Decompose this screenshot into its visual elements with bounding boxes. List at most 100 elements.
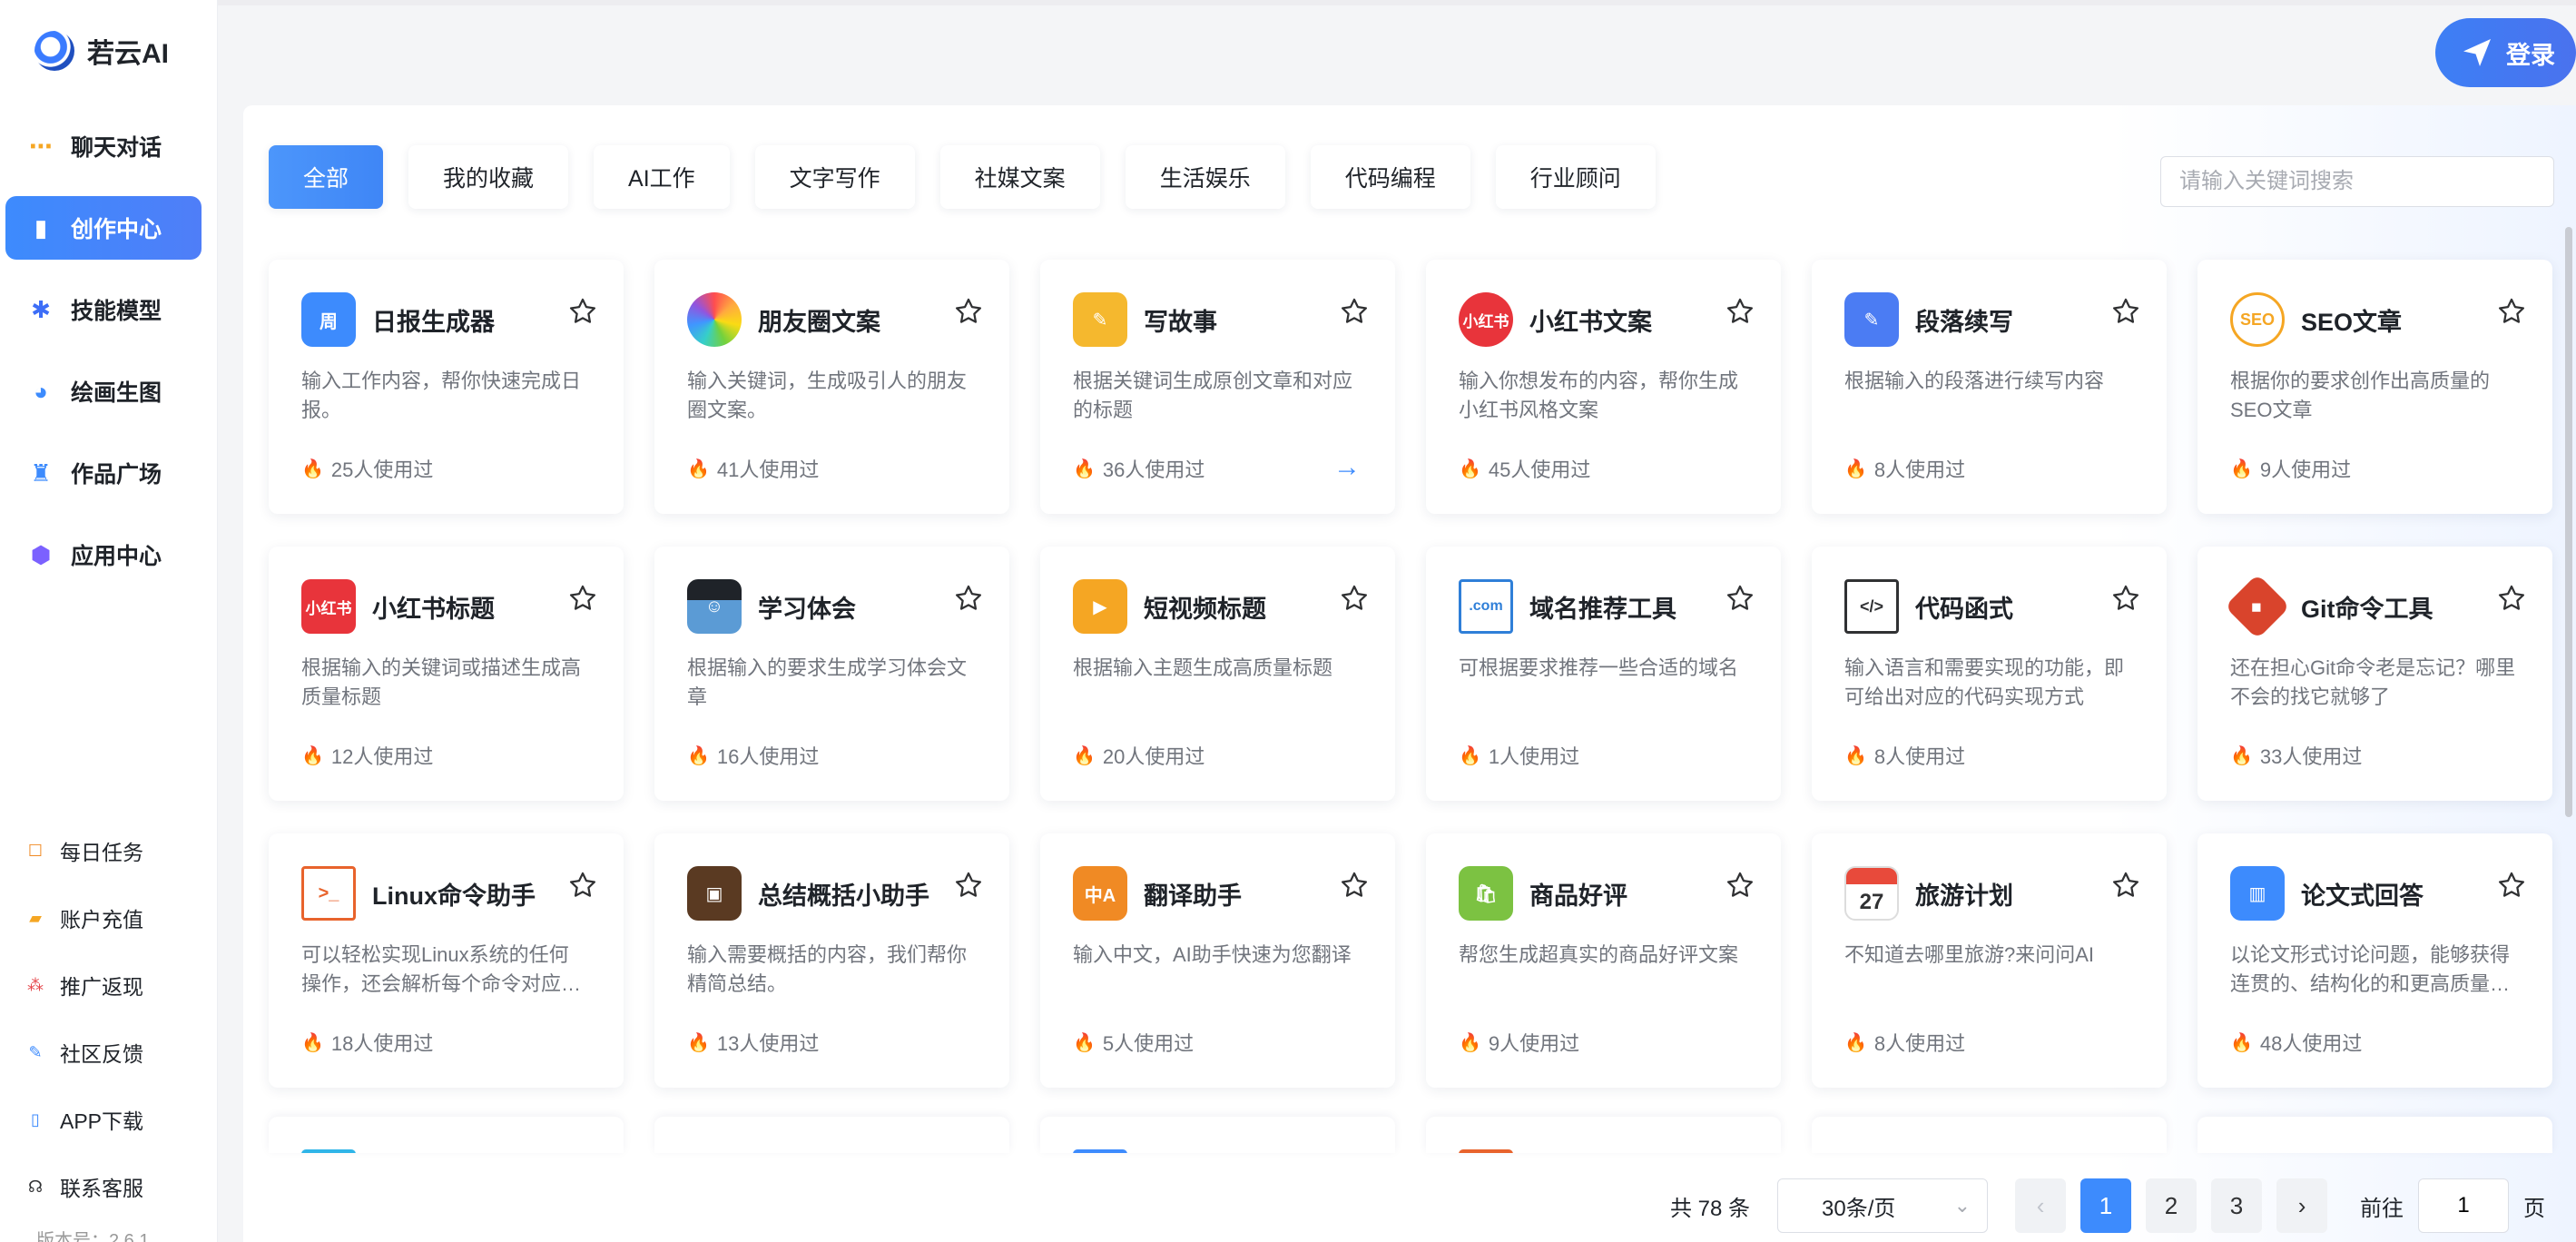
page-suffix: 页 [2523, 1196, 2546, 1221]
app-card[interactable]: ◆ Git命令工具 还在担心Git命令老是忘记？哪里不会的找它就够了 🔥 33人使用过 [2197, 547, 2552, 801]
star-icon[interactable] [1339, 583, 1370, 614]
star-icon[interactable] [1339, 870, 1370, 901]
app-card[interactable]: 周日报生成器 输入工作内容，帮你快速完成日报。 🔥 25人使用过 [269, 260, 624, 514]
category-tab-6[interactable]: 代码编程 [1310, 145, 1470, 209]
card-usage: 🔥 45人使用过 [1459, 454, 1590, 483]
app-card[interactable]: 朋友圈文案 输入关键词，生成吸引人的朋友圈文案。 🔥 41人使用过 [654, 260, 1009, 514]
card-header: ✎ 写故事 [1073, 292, 1217, 347]
login-button[interactable]: 登录 [2435, 18, 2576, 87]
app-card-partial[interactable] [654, 1117, 1009, 1153]
star-icon[interactable] [567, 296, 598, 327]
app-card-partial[interactable] [269, 1117, 624, 1153]
prev-page-button[interactable]: ‹ [2015, 1178, 2067, 1233]
sidebar-utility-item-1[interactable]: ▰ 账户充值 [24, 884, 205, 951]
card-title: 小红书标题 [372, 595, 495, 623]
category-tab-2[interactable]: AI工作 [594, 145, 730, 209]
card-description: 输入语言和需要实现的功能，即可给出对应的代码实现方式 [1844, 656, 2125, 708]
category-tab-4[interactable]: 社媒文案 [939, 145, 1100, 209]
app-card[interactable]: 🛍 商品好评 帮您生成超真实的商品好评文案 🔥 9人使用过 [1426, 833, 1781, 1088]
star-icon[interactable] [2110, 583, 2141, 614]
sidebar-utility-label: 每日任务 [60, 841, 143, 864]
card-description: 可以轻松实现Linux系统的任何操作，还会解析每个命令对应的作用 [301, 943, 582, 995]
app-card[interactable]: 27 旅游计划 不知道去哪里旅游?来问问AI 🔥 8人使用过 [1812, 833, 2167, 1088]
sidebar-utility-item-5[interactable]: ☊ 联系客服 [24, 1153, 205, 1220]
sidebar-utility-item-4[interactable]: ▯ APP下载 [24, 1086, 205, 1153]
sidebar-utility-label: APP下载 [60, 1109, 144, 1133]
star-icon[interactable] [567, 583, 598, 614]
app-card[interactable]: ✎ 写故事 根据关键词生成原创文章和对应的标题 🔥 36人使用过 → [1040, 260, 1395, 514]
star-icon[interactable] [953, 296, 984, 327]
category-tab-5[interactable]: 生活娱乐 [1125, 145, 1285, 209]
star-icon[interactable] [1725, 870, 1755, 901]
scrollbar[interactable] [2565, 227, 2572, 817]
sidebar-item-5[interactable]: ⬢ 应用中心 [5, 523, 202, 586]
card-description: 输入你想发布的内容，帮你生成小红书风格文案 [1459, 370, 1739, 421]
star-icon[interactable] [1725, 583, 1755, 614]
star-icon[interactable] [2110, 870, 2141, 901]
usage-count: 5人使用过 [1102, 1032, 1195, 1055]
page-number-button[interactable]: 3 [2211, 1178, 2263, 1233]
fire-icon: 🔥 [1459, 1032, 1481, 1053]
app-card[interactable]: 小红书 小红书文案 输入你想发布的内容，帮你生成小红书风格文案 🔥 45人使用过 [1426, 260, 1781, 514]
category-tab-3[interactable]: 文字写作 [754, 145, 915, 209]
next-page-button[interactable]: › [2276, 1178, 2328, 1233]
star-icon[interactable] [1725, 296, 1755, 327]
git-icon: ◆ [2224, 573, 2291, 640]
binders-icon: ▥ [2230, 866, 2285, 921]
sidebar-utility-item-3[interactable]: ✎ 社区反馈 [24, 1019, 205, 1086]
app-card-partial[interactable] [1040, 1117, 1395, 1153]
app-card[interactable]: ▥ 论文式回答以论文形式讨论问题，能够获得连贯的、结构化的和更高质量的回答 🔥 48人… [2197, 833, 2552, 1088]
category-tab-1[interactable]: 我的收藏 [408, 145, 569, 209]
star-icon[interactable] [2110, 296, 2141, 327]
page-number-button[interactable]: 1 [2080, 1178, 2132, 1233]
student-icon: ☺ [687, 579, 742, 634]
card-title: 朋友圈文案 [758, 308, 880, 336]
share-icon: ⁂ [27, 975, 44, 994]
card-usage: 🔥 18人使用过 [301, 1028, 433, 1057]
sidebar-item-4[interactable]: ♜ 作品广场 [5, 441, 202, 505]
app-card-partial[interactable] [1426, 1117, 1781, 1153]
app-card[interactable]: ✎ 段落续写 根据输入的段落进行续写内容 🔥 8人使用过 [1812, 260, 2167, 514]
app-card[interactable]: ▶ 短视频标题 根据输入主题生成高质量标题 🔥 20人使用过 [1040, 547, 1395, 801]
scrollbar-thumb[interactable] [2565, 227, 2572, 817]
sidebar-item-3[interactable]: ◕ 绘画生图 [5, 360, 202, 423]
card-usage: 🔥 9人使用过 [2230, 454, 2351, 483]
page-size-select[interactable]: 30条/页 ⌄ [1777, 1178, 1989, 1233]
brand[interactable]: 若云AI [34, 31, 169, 71]
sidebar-item-2[interactable]: ✱ 技能模型 [5, 278, 202, 341]
app-card-partial[interactable] [2197, 1117, 2552, 1153]
app-card[interactable]: </> 代码函式 输入语言和需要实现的功能，即可给出对应的代码实现方式 🔥 8人使用过 [1812, 547, 2167, 801]
app-card[interactable]: SEO SEO文章 根据你的要求创作出高质量的SEO文章 🔥 9人使用过 [2197, 260, 2552, 514]
star-icon[interactable] [2496, 583, 2527, 614]
app-card[interactable]: ▣ 总结概括小助手 输入需要概括的内容，我们帮你精简总结。 🔥 13人使用过 [654, 833, 1009, 1088]
star-icon[interactable] [2496, 870, 2527, 901]
document-pen-icon: ✎ [1073, 292, 1127, 347]
star-icon[interactable] [1339, 296, 1370, 327]
app-card[interactable]: .com 域名推荐工具 可根据要求推荐一些合适的域名 🔥 1人使用过 [1426, 547, 1781, 801]
sidebar-item-0[interactable]: ⋯ 聊天对话 [5, 114, 202, 178]
star-icon[interactable] [953, 870, 984, 901]
app-card[interactable]: 中A 翻译助手 输入中文，AI助手快速为您翻译 🔥 5人使用过 [1040, 833, 1395, 1088]
category-tab-7[interactable]: 行业顾问 [1495, 145, 1656, 209]
fire-icon: 🔥 [687, 458, 710, 479]
sidebar-item-1[interactable]: ▮ 创作中心 [5, 196, 202, 260]
star-icon[interactable] [953, 583, 984, 614]
sidebar-utility-item-0[interactable]: ☐ 每日任务 [24, 817, 205, 884]
page-number-button[interactable]: 2 [2146, 1178, 2197, 1233]
app-card[interactable]: 小红书 小红书标题 根据输入的关键词或描述生成高质量标题 🔥 12人使用过 [269, 547, 624, 801]
star-icon[interactable] [567, 870, 598, 901]
sidebar-utility-item-2[interactable]: ⁂ 推广返现 [24, 951, 205, 1019]
terminal-icon: >_ [301, 866, 356, 921]
usage-count: 16人使用过 [716, 745, 820, 768]
app-card-partial[interactable] [1812, 1117, 2167, 1153]
xiaohongshu-icon: 小红书 [301, 579, 356, 634]
goto-page-input[interactable] [2418, 1178, 2510, 1233]
category-tab-0[interactable]: 全部 [269, 145, 384, 209]
arrow-right-icon[interactable]: → [1333, 452, 1361, 483]
usage-count: 8人使用过 [1873, 1032, 1966, 1055]
star-icon[interactable] [2496, 296, 2527, 327]
app-card[interactable]: ☺ 学习体会 根据输入的要求生成学习体会文章 🔥 16人使用过 [654, 547, 1009, 801]
app-card[interactable]: >_ Linux命令助手 可以轻松实现Linux系统的任何操作，还会解析每个命令对应… [269, 833, 624, 1088]
card-header: 中A 翻译助手 [1073, 866, 1242, 921]
search-input[interactable] [2160, 156, 2554, 207]
